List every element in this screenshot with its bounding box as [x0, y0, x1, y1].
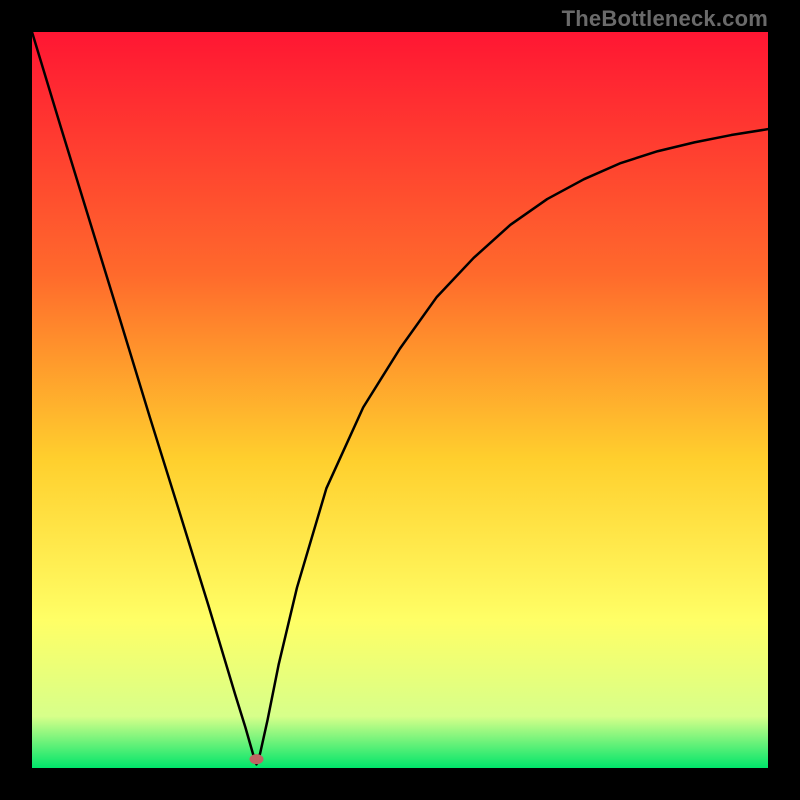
- minimum-marker: [249, 754, 263, 764]
- gradient-background: [32, 32, 768, 768]
- chart-frame: [32, 32, 768, 768]
- bottleneck-chart: [32, 32, 768, 768]
- watermark-text: TheBottleneck.com: [562, 6, 768, 32]
